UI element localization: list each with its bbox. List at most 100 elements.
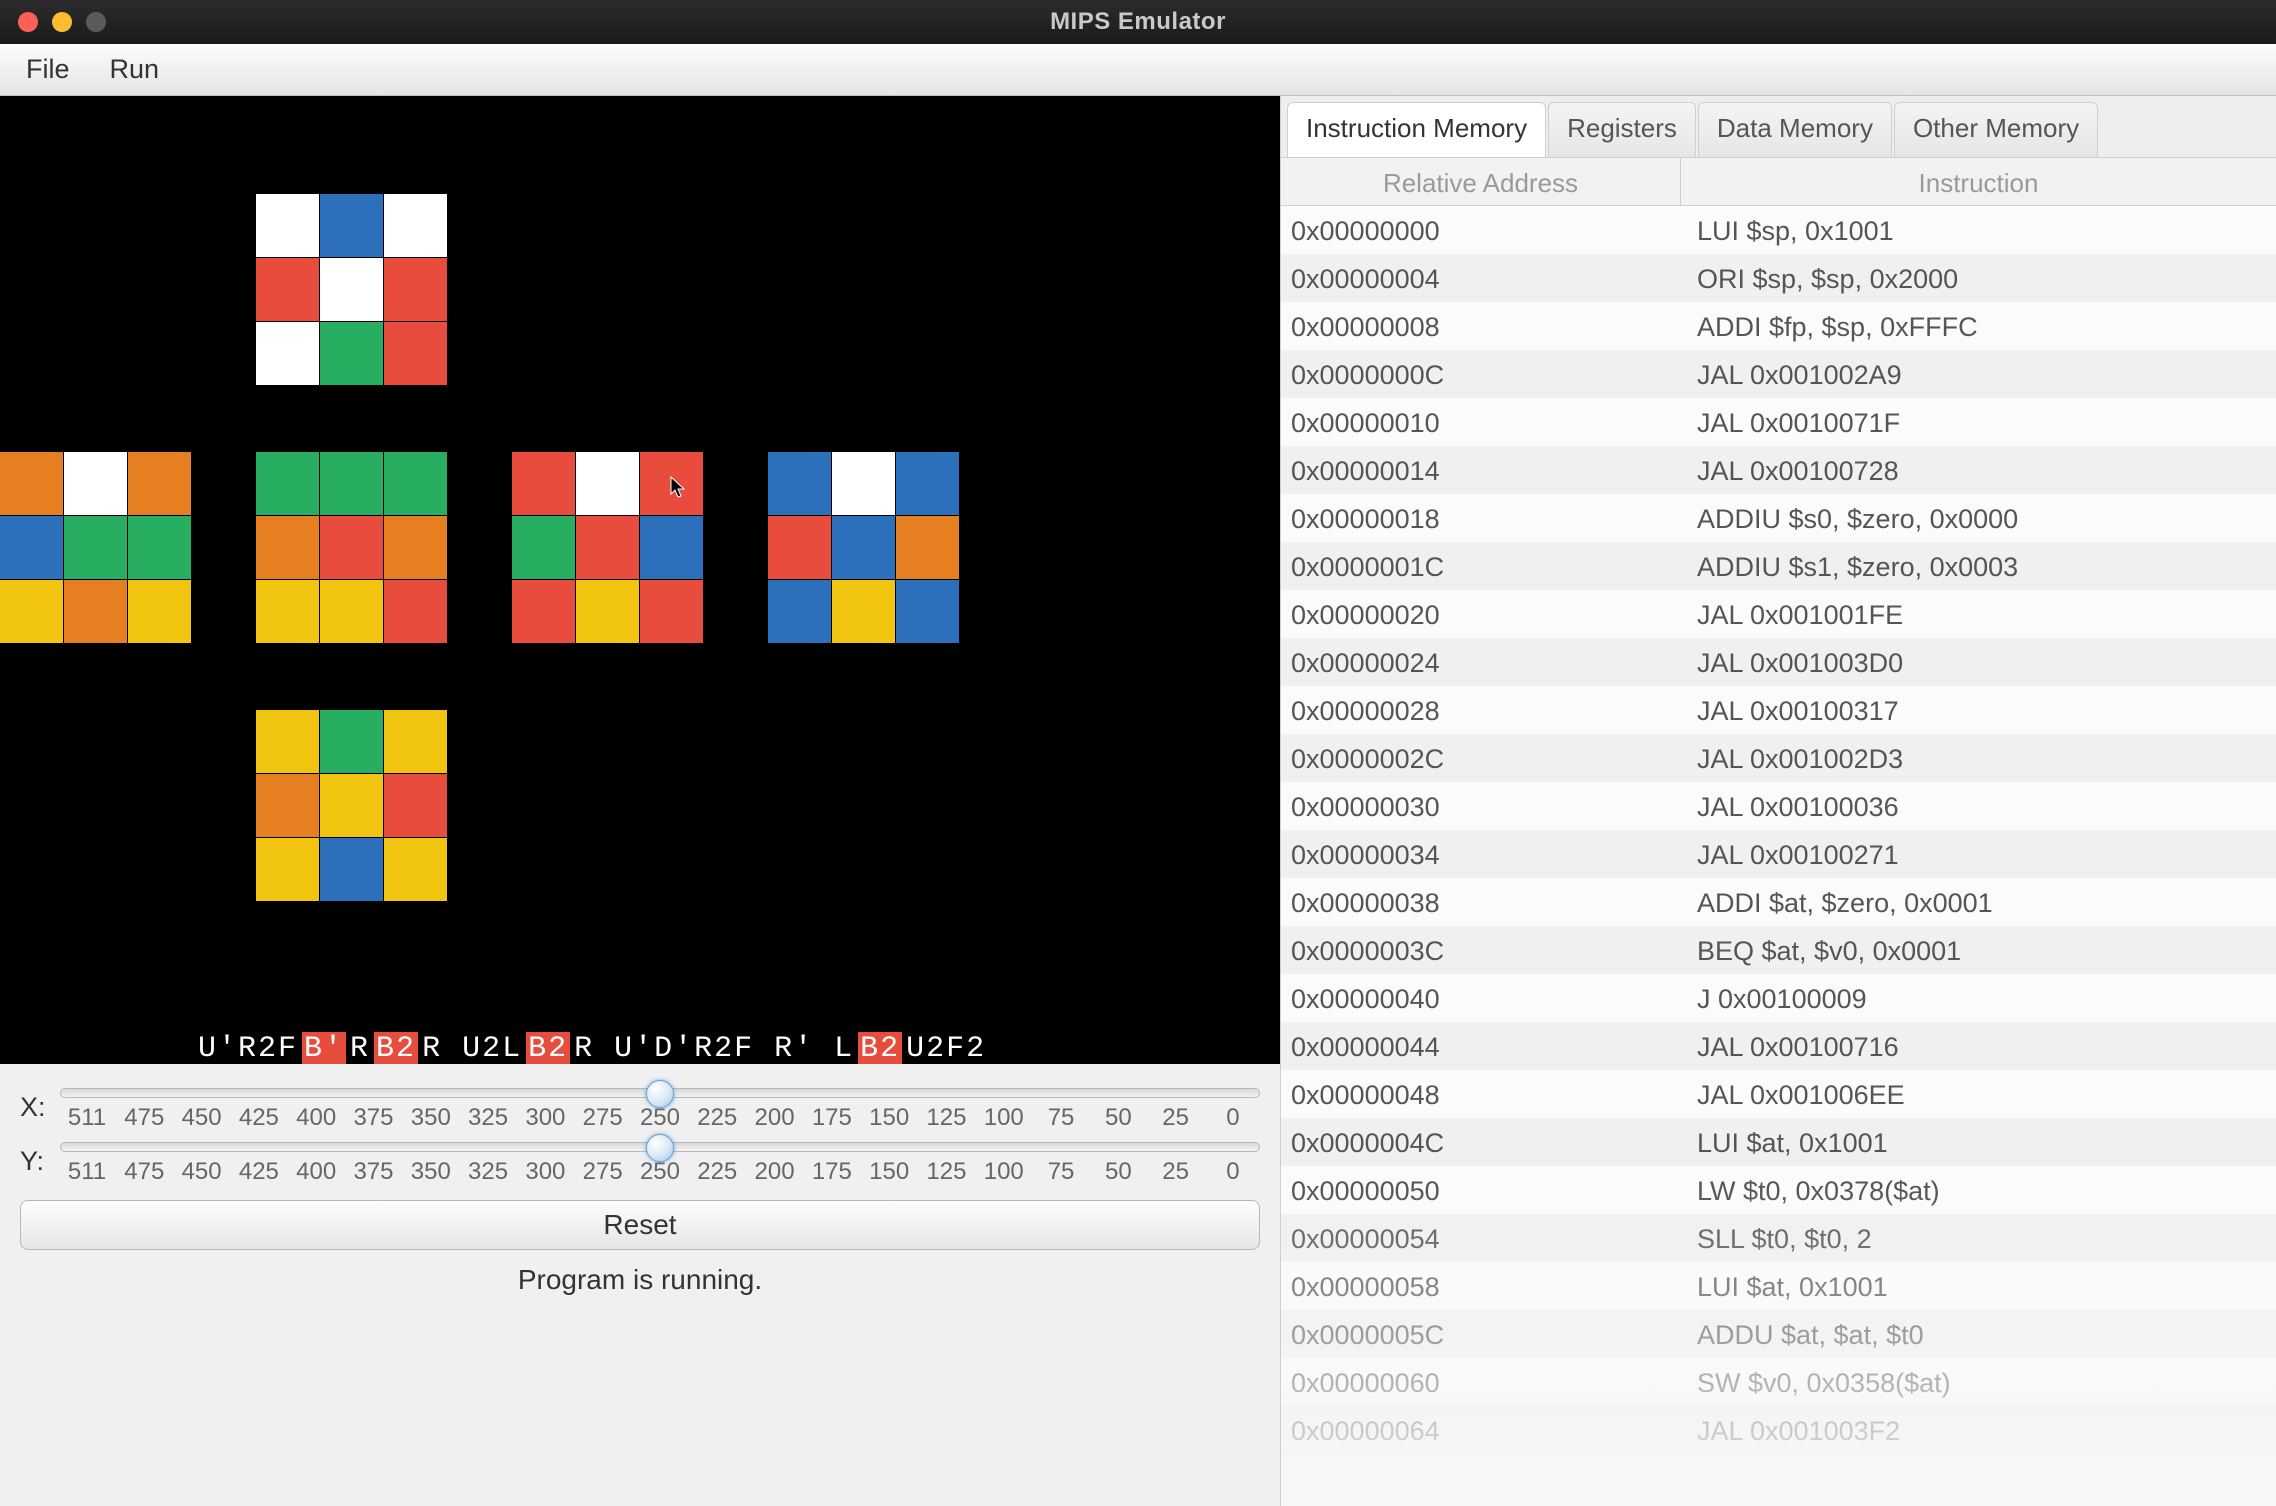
cube-cell	[0, 516, 63, 579]
table-row[interactable]: 0x0000000CJAL 0x001002A9	[1281, 350, 2276, 398]
cell-address: 0x00000054	[1281, 1214, 1681, 1262]
cell-address: 0x00000010	[1281, 398, 1681, 446]
table-row[interactable]: 0x00000034JAL 0x00100271	[1281, 830, 2276, 878]
cube-face-front	[256, 452, 447, 643]
table-row[interactable]: 0x00000048JAL 0x001006EE	[1281, 1070, 2276, 1118]
table-row[interactable]: 0x00000018ADDIU $s0, $zero, 0x0000	[1281, 494, 2276, 542]
cell-address: 0x0000004C	[1281, 1118, 1681, 1166]
cube-cell	[768, 516, 831, 579]
cell-instruction: SW $v0, 0x0358($at)	[1681, 1358, 2276, 1406]
slider-x[interactable]	[60, 1088, 1260, 1098]
cell-address: 0x00000038	[1281, 878, 1681, 926]
tick-label: 250	[635, 1104, 685, 1132]
table-row[interactable]: 0x00000008ADDI $fp, $sp, 0xFFFC	[1281, 302, 2276, 350]
tab-other-memory[interactable]: Other Memory	[1894, 102, 2098, 157]
table-row[interactable]: 0x00000030JAL 0x00100036	[1281, 782, 2276, 830]
cube-cell	[896, 580, 959, 643]
table-row[interactable]: 0x00000064JAL 0x001003F2	[1281, 1406, 2276, 1454]
table-row[interactable]: 0x00000058LUI $at, 0x1001	[1281, 1262, 2276, 1310]
cell-address: 0x00000060	[1281, 1358, 1681, 1406]
cube-cell	[832, 516, 895, 579]
cell-instruction: ORI $sp, $sp, 0x2000	[1681, 254, 2276, 302]
table-row[interactable]: 0x00000028JAL 0x00100317	[1281, 686, 2276, 734]
table-header: Relative Address Instruction	[1281, 158, 2276, 206]
tab-data-memory[interactable]: Data Memory	[1698, 102, 1892, 157]
table-row[interactable]: 0x0000002CJAL 0x001002D3	[1281, 734, 2276, 782]
tick-label: 75	[1036, 1158, 1086, 1186]
table-row[interactable]: 0x00000014JAL 0x00100728	[1281, 446, 2276, 494]
menu-run[interactable]: Run	[110, 54, 160, 85]
cell-instruction: JAL 0x0010071F	[1681, 398, 2276, 446]
table-row[interactable]: 0x00000038ADDI $at, $zero, 0x0001	[1281, 878, 2276, 926]
cell-instruction: LUI $at, 0x1001	[1681, 1262, 2276, 1310]
slider-y-label: Y:	[20, 1136, 60, 1177]
table-row[interactable]: 0x00000010JAL 0x0010071F	[1281, 398, 2276, 446]
cube-cell	[320, 838, 383, 901]
table-row[interactable]: 0x00000054SLL $t0, $t0, 2	[1281, 1214, 2276, 1262]
cube-cell	[384, 452, 447, 515]
cube-cell	[128, 580, 191, 643]
table-row[interactable]: 0x0000001CADDIU $s1, $zero, 0x0003	[1281, 542, 2276, 590]
table-row[interactable]: 0x00000020JAL 0x001001FE	[1281, 590, 2276, 638]
cell-instruction: JAL 0x001003F2	[1681, 1406, 2276, 1454]
table-row[interactable]: 0x00000050LW $t0, 0x0378($at)	[1281, 1166, 2276, 1214]
table-row[interactable]: 0x0000003CBEQ $at, $v0, 0x0001	[1281, 926, 2276, 974]
tick-label: 25	[1151, 1104, 1201, 1132]
cell-address: 0x0000001C	[1281, 542, 1681, 590]
cell-instruction: JAL 0x00100036	[1681, 782, 2276, 830]
cube-cell	[64, 580, 127, 643]
controls: X: 5114754504254003753503253002752502252…	[0, 1064, 1280, 1506]
slider-x-thumb[interactable]	[646, 1080, 674, 1108]
table-row[interactable]: 0x00000024JAL 0x001003D0	[1281, 638, 2276, 686]
tab-instruction-memory[interactable]: Instruction Memory	[1287, 102, 1546, 157]
table-row[interactable]: 0x00000060SW $v0, 0x0358($at)	[1281, 1358, 2276, 1406]
menu-file[interactable]: File	[26, 54, 70, 85]
tick-label: 0	[1208, 1104, 1258, 1132]
cell-instruction: BEQ $at, $v0, 0x0001	[1681, 926, 2276, 974]
cell-instruction: JAL 0x001001FE	[1681, 590, 2276, 638]
move-highlight: B'	[302, 1032, 346, 1064]
tick-label: 400	[291, 1104, 341, 1132]
move-highlight: B2	[858, 1032, 902, 1064]
reset-button[interactable]: Reset	[20, 1200, 1260, 1250]
tick-label: 125	[921, 1104, 971, 1132]
move-text: R U'D'R2F R' L	[574, 1032, 854, 1064]
tick-label: 100	[979, 1158, 1029, 1186]
cube-cell	[640, 452, 703, 515]
tick-label: 275	[578, 1104, 628, 1132]
table-row[interactable]: 0x00000000LUI $sp, 0x1001	[1281, 206, 2276, 254]
cube-cell	[320, 774, 383, 837]
table-row[interactable]: 0x00000044JAL 0x00100716	[1281, 1022, 2276, 1070]
col-instruction: Instruction	[1681, 158, 2276, 205]
left-pane: U'R2F B'R B2R U2LB2R U'D'R2F R' LB2U2F2 …	[0, 96, 1280, 1506]
tab-registers[interactable]: Registers	[1548, 102, 1696, 157]
slider-y[interactable]	[60, 1142, 1260, 1152]
tick-label: 511	[62, 1158, 112, 1186]
cube-cell	[256, 710, 319, 773]
cube-face-right	[512, 452, 703, 643]
slider-y-thumb[interactable]	[646, 1134, 674, 1162]
cell-address: 0x0000005C	[1281, 1310, 1681, 1358]
cell-instruction: ADDI $fp, $sp, 0xFFFC	[1681, 302, 2276, 350]
cell-address: 0x00000058	[1281, 1262, 1681, 1310]
tick-label: 425	[234, 1158, 284, 1186]
tick-label: 375	[348, 1158, 398, 1186]
cube-cell	[64, 452, 127, 515]
move-text: R	[350, 1032, 370, 1064]
tick-label: 250	[635, 1158, 685, 1186]
instruction-table[interactable]: 0x00000000LUI $sp, 0x10010x00000004ORI $…	[1281, 206, 2276, 1454]
table-row[interactable]: 0x00000040J 0x00100009	[1281, 974, 2276, 1022]
table-row[interactable]: 0x0000004CLUI $at, 0x1001	[1281, 1118, 2276, 1166]
cube-cell	[256, 322, 319, 385]
table-row[interactable]: 0x00000004ORI $sp, $sp, 0x2000	[1281, 254, 2276, 302]
tick-label: 125	[921, 1158, 971, 1186]
table-row[interactable]: 0x0000005CADDU $at, $at, $t0	[1281, 1310, 2276, 1358]
cell-instruction: SLL $t0, $t0, 2	[1681, 1214, 2276, 1262]
cell-instruction: LW $t0, 0x0378($at)	[1681, 1166, 2276, 1214]
cell-instruction: ADDU $at, $at, $t0	[1681, 1310, 2276, 1358]
cube-face-bottom	[256, 710, 447, 901]
cube-cell	[512, 516, 575, 579]
status-text: Program is running.	[20, 1264, 1260, 1296]
cube-cell	[832, 452, 895, 515]
cube-cell	[576, 452, 639, 515]
